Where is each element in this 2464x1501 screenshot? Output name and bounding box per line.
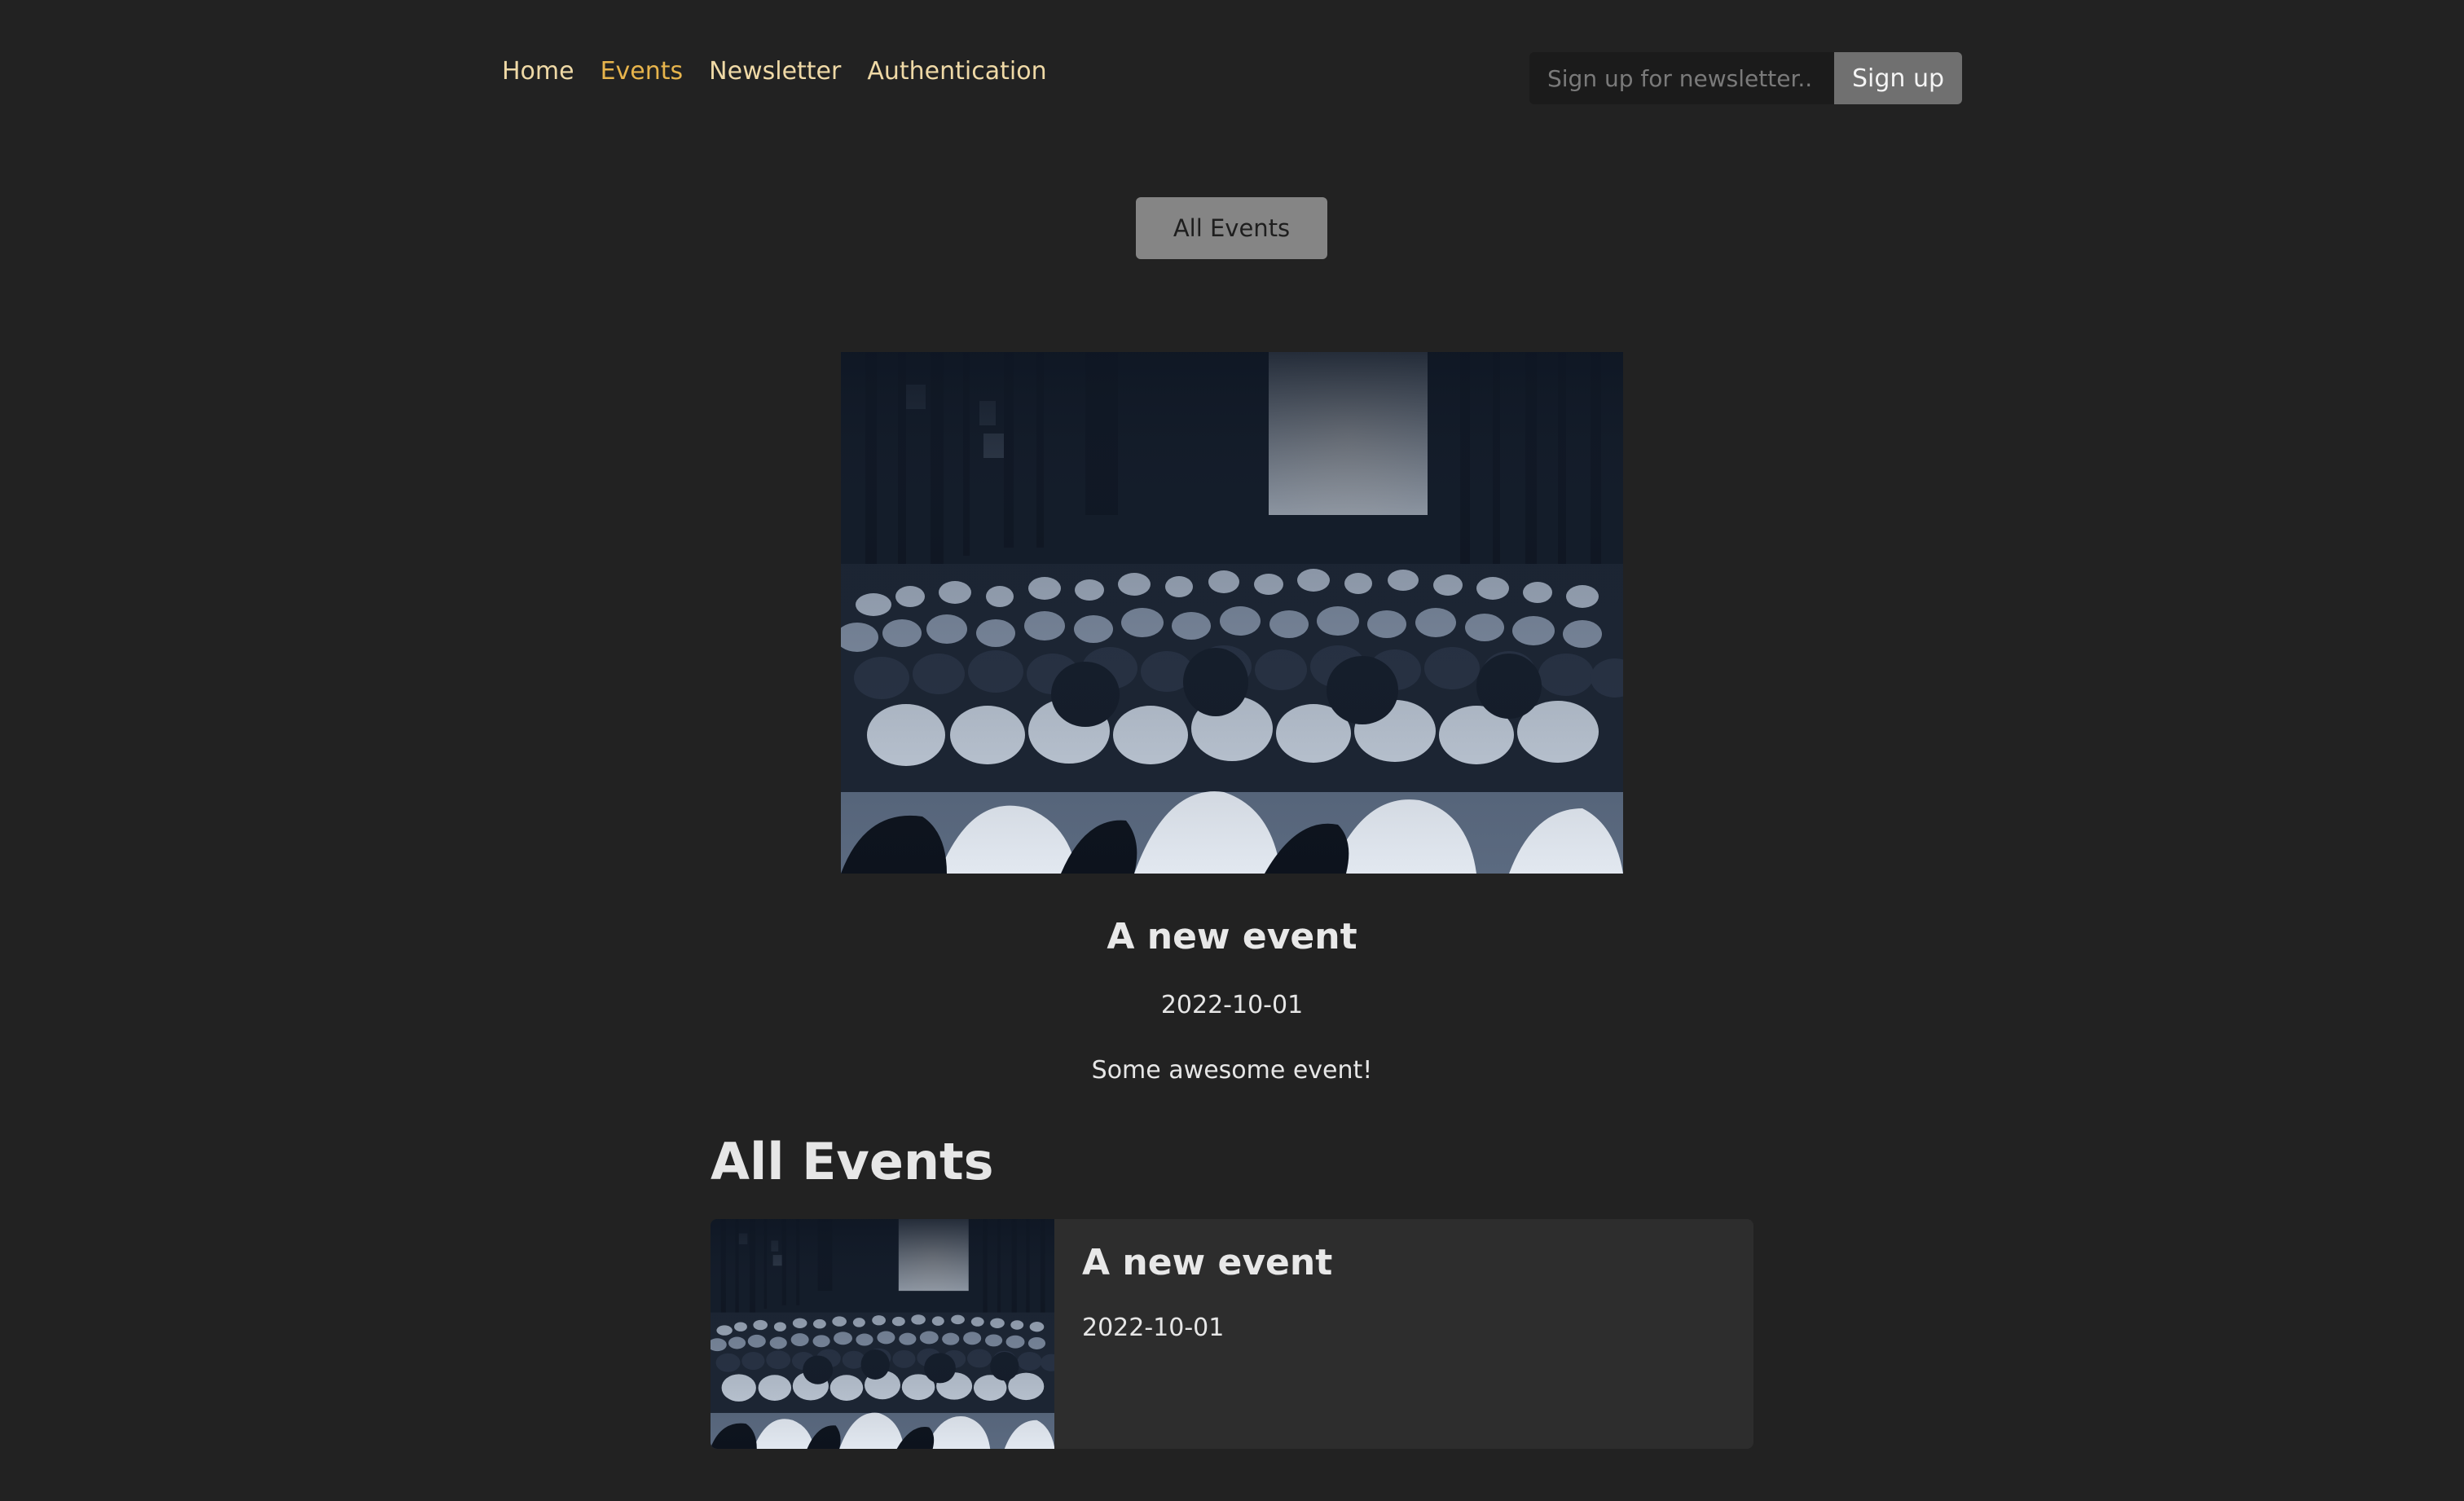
main-nav: Home Events Newsletter Authentication <box>502 52 1047 91</box>
nav-link-newsletter[interactable]: Newsletter <box>709 52 841 91</box>
featured-event-title: A new event <box>1107 916 1357 957</box>
event-card-date: 2022-10-01 <box>1082 1314 1225 1342</box>
sign-up-button[interactable]: Sign up <box>1834 52 1962 104</box>
featured-event: A new event 2022-10-01 Some awesome even… <box>0 352 2464 1087</box>
nav-link-events[interactable]: Events <box>601 52 684 91</box>
newsletter-form: Sign up <box>1529 52 1962 104</box>
event-card-title: A new event <box>1082 1242 1333 1283</box>
featured-event-date: 2022-10-01 <box>1160 991 1304 1019</box>
nav-link-authentication[interactable]: Authentication <box>867 52 1046 91</box>
nav-link-home[interactable]: Home <box>502 52 574 91</box>
featured-event-description: Some awesome event! <box>1091 1056 1373 1085</box>
event-card[interactable]: A new event 2022-10-01 <box>711 1219 1753 1449</box>
all-events-button[interactable]: All Events <box>1136 197 1327 259</box>
event-card-body: A new event 2022-10-01 <box>1054 1219 1332 1449</box>
event-card-image <box>711 1219 1054 1449</box>
newsletter-email-input[interactable] <box>1529 52 1834 104</box>
featured-event-image <box>841 352 1623 874</box>
all-events-heading: All Events <box>711 1132 994 1191</box>
